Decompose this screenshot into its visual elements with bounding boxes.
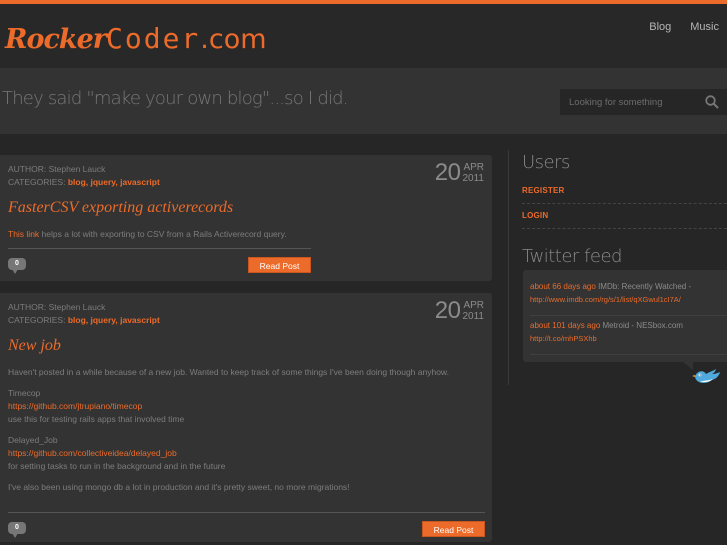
dashed-divider <box>522 228 727 229</box>
date-day: 20 <box>434 297 461 324</box>
read-post-button[interactable]: Read Post <box>248 257 311 273</box>
tweet-text: IMDb: Recently Watched - <box>595 282 692 291</box>
item-desc: use this for testing rails apps that inv… <box>8 414 185 424</box>
post-meta: AUTHOR: Stephen Lauck CATEGORIES: blog, … <box>8 301 160 327</box>
post-categories[interactable]: blog, jquery, javascript <box>68 315 160 325</box>
author-name: Stephen Lauck <box>48 302 106 312</box>
main-nav: Blog Music <box>649 21 719 33</box>
users-heading: Users <box>522 152 570 173</box>
search-box <box>560 89 727 115</box>
date-day: 20 <box>434 159 461 186</box>
nav-blog[interactable]: Blog <box>649 21 671 33</box>
date-month: APR <box>463 300 484 311</box>
post-outro: I've also been using mongo db a lot in p… <box>8 482 350 492</box>
tweet-separator <box>530 354 727 355</box>
item-name: Timecop <box>8 388 41 398</box>
twitter-feed: about 66 days ago IMDb: Recently Watched… <box>523 270 727 362</box>
date-year: 2011 <box>462 311 484 322</box>
tweet-time[interactable]: about 101 days ago <box>530 321 600 330</box>
tweet: about 66 days ago IMDb: Recently Watched… <box>530 280 726 306</box>
comment-count-bubble[interactable]: 0 <box>8 522 26 538</box>
post-meta: AUTHOR: Stephen Lauck CATEGORIES: blog, … <box>8 163 160 189</box>
post-divider <box>8 248 311 249</box>
author-label: AUTHOR: <box>8 302 47 312</box>
post-text: helps a lot with exporting to CSV from a… <box>39 229 287 239</box>
tweet-time[interactable]: about 66 days ago <box>530 282 596 291</box>
item-link[interactable]: https://github.com/collectiveidea/delaye… <box>8 448 177 458</box>
item-name: Delayed_Job <box>8 435 58 445</box>
post-body: This link helps a lot with exporting to … <box>8 228 478 241</box>
search-icon[interactable] <box>705 95 719 109</box>
date-month: APR <box>463 162 484 173</box>
logo-part-rocker: Rocker <box>5 24 107 55</box>
logo-part-domain: .com <box>200 24 267 55</box>
categories-label: CATEGORIES: <box>8 315 66 325</box>
dashed-divider <box>522 203 727 204</box>
tweet-text: Metroid - NESbox.com <box>600 321 683 330</box>
comment-count-bubble[interactable]: 0 <box>8 258 26 274</box>
author-name: Stephen Lauck <box>48 164 106 174</box>
sidebar-divider <box>508 150 509 385</box>
site-logo[interactable]: RockerCoder.com <box>5 22 267 56</box>
blog-post: AUTHOR: Stephen Lauck CATEGORIES: blog, … <box>0 293 492 542</box>
twitter-heading: Twitter feed <box>522 246 622 267</box>
twitter-bird-icon <box>692 369 720 384</box>
categories-label: CATEGORIES: <box>8 177 66 187</box>
post-title[interactable]: FasterCSV exporting activerecords <box>8 199 233 217</box>
post-divider <box>8 512 485 513</box>
search-input[interactable] <box>560 89 700 115</box>
register-link[interactable]: REGISTER <box>522 186 565 195</box>
post-title[interactable]: New job <box>8 337 61 355</box>
date-year: 2011 <box>462 173 484 184</box>
blog-post: AUTHOR: Stephen Lauck CATEGORIES: blog, … <box>0 155 492 281</box>
tweet-link[interactable]: http://www.imdb.com/rg/s/1/list/qXGwul1c… <box>530 295 681 304</box>
tagline-bar: They said "make your own blog"...so I di… <box>0 68 727 134</box>
post-categories[interactable]: blog, jquery, javascript <box>68 177 160 187</box>
logo-part-coder: Coder <box>106 22 201 55</box>
author-label: AUTHOR: <box>8 164 47 174</box>
tweet-link[interactable]: http://t.co/mhPSXhb <box>530 334 597 343</box>
tweet-separator <box>530 315 727 316</box>
read-post-button[interactable]: Read Post <box>422 521 485 537</box>
item-link[interactable]: https://github.com/jtrupiano/timecop <box>8 401 142 411</box>
post-date: 20 APR 2011 <box>435 299 484 323</box>
post-intro: Haven't posted in a while because of a n… <box>8 367 449 377</box>
item-desc: for setting tasks to run in the backgrou… <box>8 461 226 471</box>
site-header: RockerCoder.com Blog Music <box>0 4 727 68</box>
tagline: They said "make your own blog"...so I di… <box>2 88 349 109</box>
post-link[interactable]: This link <box>8 229 39 239</box>
post-body: Haven't posted in a while because of a n… <box>8 366 478 502</box>
login-link[interactable]: LOGIN <box>522 211 548 220</box>
post-date: 20 APR 2011 <box>435 161 484 185</box>
nav-music[interactable]: Music <box>690 21 719 33</box>
tweet: about 101 days ago Metroid - NESbox.com … <box>530 319 726 345</box>
